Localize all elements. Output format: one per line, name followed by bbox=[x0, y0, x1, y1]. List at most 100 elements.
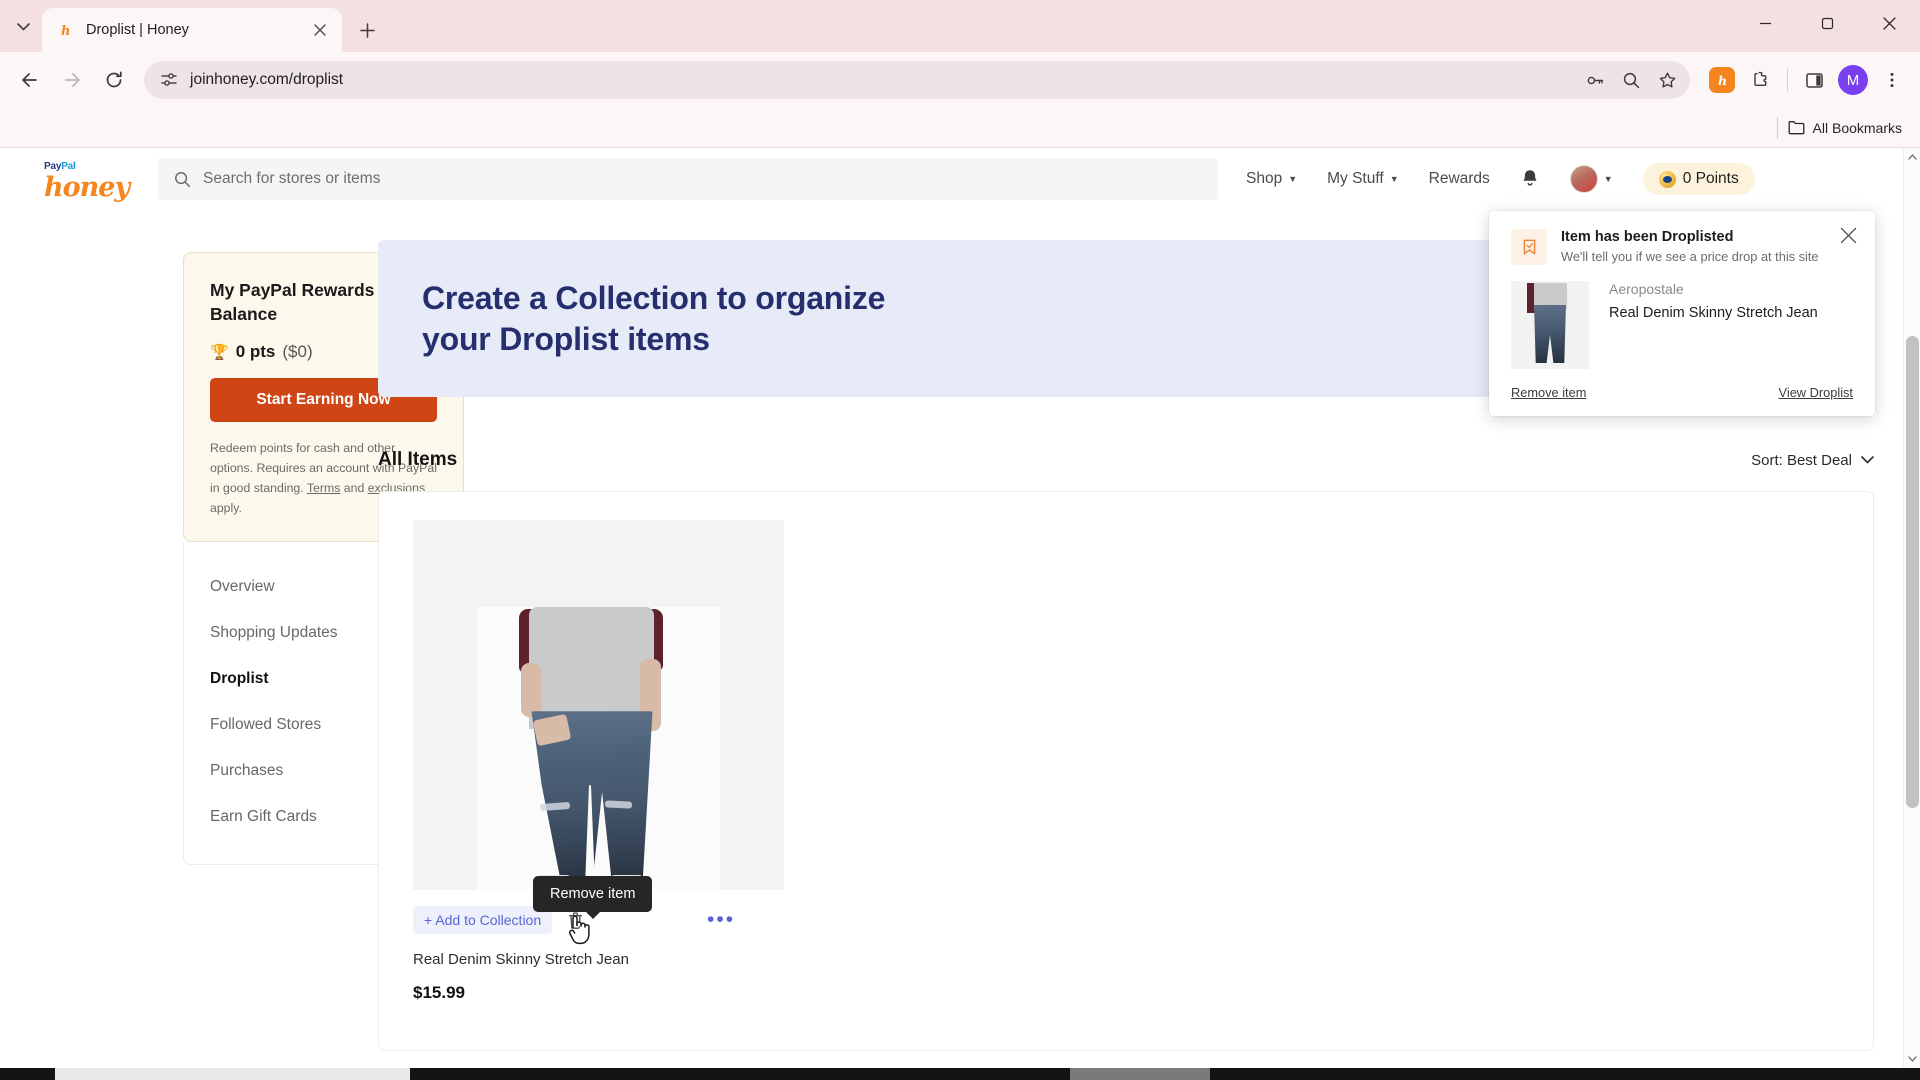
reload-button[interactable] bbox=[94, 60, 134, 100]
taskbar-segment-left bbox=[55, 1068, 410, 1080]
taskbar-segment-right bbox=[1070, 1068, 1210, 1080]
nav-item-my-stuff[interactable]: My Stuff ▼ bbox=[1327, 170, 1399, 188]
profile-avatar[interactable]: M bbox=[1835, 62, 1871, 98]
scroll-up-arrow-icon[interactable] bbox=[1904, 148, 1920, 166]
sort-dropdown[interactable]: Sort: Best Deal bbox=[1751, 452, 1874, 469]
all-bookmarks-label: All Bookmarks bbox=[1812, 119, 1902, 136]
toast-subtitle: We'll tell you if we see a price drop at… bbox=[1561, 249, 1819, 264]
nav-item-shop[interactable]: Shop ▼ bbox=[1246, 170, 1297, 188]
window-close-icon[interactable] bbox=[1858, 0, 1920, 46]
back-button[interactable] bbox=[10, 60, 50, 100]
honey-logo[interactable]: PayPal honey bbox=[44, 157, 138, 203]
points-value: 0 pts bbox=[235, 342, 276, 362]
site-nav: Shop ▼ My Stuff ▼ Rewards ▼ 0 Points bbox=[1246, 163, 1755, 195]
droplist-item-card: Remove item + Add to Collection ••• Real… bbox=[413, 520, 784, 1003]
svg-text:h: h bbox=[1718, 73, 1727, 88]
browser-toolbar: joinhoney.com/droplist h M bbox=[0, 52, 1920, 108]
remove-item-tooltip: Remove item bbox=[533, 876, 653, 920]
folder-icon bbox=[1788, 120, 1805, 135]
toast-product-brand: Aeropostale bbox=[1609, 281, 1684, 297]
password-key-icon[interactable] bbox=[1578, 63, 1612, 97]
bookmarks-bar: All Bookmarks bbox=[0, 108, 1920, 148]
search-field[interactable] bbox=[203, 170, 1202, 188]
close-icon[interactable] bbox=[1835, 222, 1861, 248]
puzzle-piece-icon[interactable] bbox=[1743, 62, 1779, 98]
all-items-title: All Items bbox=[378, 449, 458, 471]
item-grid: Remove item + Add to Collection ••• Real… bbox=[413, 520, 1839, 1003]
svg-text:h: h bbox=[61, 24, 70, 38]
toast-footer: Remove item View Droplist bbox=[1511, 385, 1853, 400]
new-tab-button[interactable] bbox=[350, 13, 384, 47]
avatar bbox=[1569, 165, 1598, 193]
add-to-collection-button[interactable]: + Add to Collection bbox=[413, 906, 553, 935]
points-dollars: ($0) bbox=[282, 342, 313, 362]
toast-product-thumbnail bbox=[1511, 281, 1589, 369]
toast-remove-item-link[interactable]: Remove item bbox=[1511, 385, 1586, 400]
tab-strip: h Droplist | Honey bbox=[0, 0, 1920, 52]
toolbar-divider bbox=[1787, 69, 1788, 91]
three-dot-menu-icon[interactable] bbox=[1874, 62, 1910, 98]
honey-extension-icon[interactable]: h bbox=[1704, 62, 1740, 98]
toast-view-droplist-link[interactable]: View Droplist bbox=[1779, 385, 1853, 400]
jeans-product-photo bbox=[1525, 283, 1575, 369]
item-name: Real Denim Skinny Stretch Jean bbox=[413, 951, 629, 969]
toast-text-block: Item has been Droplisted We'll tell you … bbox=[1561, 229, 1819, 265]
chevron-down-icon: ▼ bbox=[1288, 174, 1298, 184]
close-icon[interactable] bbox=[308, 18, 332, 42]
tab-search-button[interactable] bbox=[6, 10, 40, 44]
notification-bell-icon[interactable] bbox=[1520, 168, 1540, 190]
item-more-options-button[interactable]: ••• bbox=[707, 909, 735, 930]
side-panel-icon[interactable] bbox=[1796, 62, 1832, 98]
coin-icon bbox=[1658, 170, 1676, 188]
profile-initial: M bbox=[1838, 65, 1868, 95]
maximize-icon[interactable] bbox=[1796, 0, 1858, 46]
minimize-icon[interactable] bbox=[1734, 0, 1796, 46]
toast-product: Aeropostale Real Denim Skinny Stretch Je… bbox=[1511, 281, 1853, 369]
fine-print-3: apply. bbox=[210, 500, 242, 515]
points-badge[interactable]: 0 Points bbox=[1642, 163, 1755, 195]
tab-title: Droplist | Honey bbox=[86, 22, 189, 38]
chevron-down-icon bbox=[1861, 456, 1874, 464]
search-input[interactable] bbox=[158, 158, 1218, 200]
droplist-notification-toast: Item has been Droplisted We'll tell you … bbox=[1489, 211, 1875, 416]
sort-label: Sort: Best Deal bbox=[1751, 451, 1852, 469]
item-thumbnail[interactable] bbox=[413, 520, 784, 891]
jeans-product-photo bbox=[477, 607, 720, 891]
scrollbar-thumb[interactable] bbox=[1906, 336, 1919, 808]
items-panel: Remove item + Add to Collection ••• Real… bbox=[378, 491, 1874, 1052]
user-menu[interactable]: ▼ bbox=[1569, 165, 1613, 193]
chevron-down-icon: ▼ bbox=[1603, 174, 1613, 184]
banner-line-2: your Droplist items bbox=[422, 320, 710, 357]
points-label: 0 Points bbox=[1682, 170, 1739, 187]
omnibox-actions bbox=[1578, 63, 1684, 97]
banner-line-1: Create a Collection to organize bbox=[422, 280, 886, 316]
toast-header: Item has been Droplisted We'll tell you … bbox=[1511, 229, 1853, 265]
all-bookmarks-button[interactable]: All Bookmarks bbox=[1788, 120, 1902, 136]
forward-button[interactable] bbox=[52, 60, 92, 100]
toast-title: Item has been Droplisted bbox=[1561, 229, 1734, 245]
browser-tab[interactable]: h Droplist | Honey bbox=[42, 8, 342, 52]
nav-shop-label: Shop bbox=[1246, 170, 1283, 187]
bookmark-star-icon[interactable] bbox=[1650, 63, 1684, 97]
browser-window: h Droplist | Honey joinhoney.com/droplis… bbox=[0, 0, 1920, 1080]
nav-rewards-label: Rewards bbox=[1428, 170, 1490, 187]
page-scrollbar[interactable] bbox=[1903, 148, 1920, 1068]
nav-item-rewards[interactable]: Rewards bbox=[1429, 170, 1490, 188]
droplist-bookmark-icon bbox=[1511, 229, 1547, 265]
address-bar[interactable]: joinhoney.com/droplist bbox=[144, 61, 1690, 99]
honey-wordmark: honey bbox=[44, 172, 130, 203]
page-settings-icon[interactable] bbox=[158, 69, 180, 91]
toast-product-name: Real Denim Skinny Stretch Jean bbox=[1609, 305, 1818, 321]
toast-product-info: Aeropostale Real Denim Skinny Stretch Je… bbox=[1609, 281, 1818, 324]
chevron-down-icon: ▼ bbox=[1389, 174, 1399, 184]
nav-my-stuff-label: My Stuff bbox=[1327, 170, 1384, 187]
window-controls bbox=[1734, 0, 1920, 46]
url-text[interactable]: joinhoney.com/droplist bbox=[190, 71, 1568, 89]
os-taskbar bbox=[0, 1068, 1920, 1080]
search-icon bbox=[174, 171, 191, 188]
toolbar-right: h M bbox=[1700, 62, 1910, 98]
page-viewport: PayPal honey Shop ▼ My Stuff ▼ bbox=[0, 148, 1920, 1068]
scroll-down-arrow-icon[interactable] bbox=[1904, 1050, 1920, 1068]
bookmark-divider bbox=[1776, 116, 1778, 139]
search-zoom-icon[interactable] bbox=[1614, 63, 1648, 97]
